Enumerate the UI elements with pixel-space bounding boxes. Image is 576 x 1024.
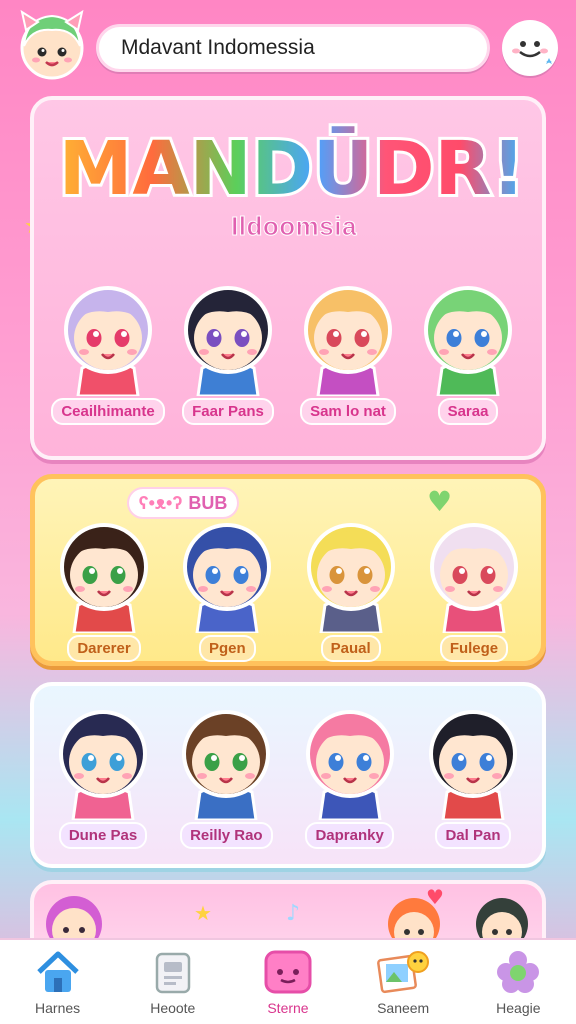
nav-item-5[interactable]: Heagie <box>461 940 576 1016</box>
nav-item-home[interactable]: Harnes <box>0 940 115 1016</box>
character-name: Paual <box>320 635 381 662</box>
chibi-portrait <box>424 286 512 396</box>
chibi-portrait <box>304 286 392 396</box>
chat-icon <box>264 950 312 994</box>
character-card[interactable]: Dune Pas <box>42 696 164 849</box>
character-name: Dal Pan <box>435 822 511 849</box>
character-name: Saraa <box>437 398 499 425</box>
chibi-portrait <box>305 710 394 820</box>
character-card[interactable]: Dapranky <box>289 696 411 849</box>
character-card[interactable]: Paual <box>290 509 412 662</box>
character-card[interactable]: Fulege <box>413 509 535 662</box>
chibi-portrait <box>182 710 271 820</box>
flower-icon <box>497 951 540 993</box>
character-card[interactable]: Reilly Rao <box>165 696 287 849</box>
nav-item-2[interactable]: Heoote <box>115 940 230 1016</box>
top-bar: Mdavant Indomessia <box>0 0 576 92</box>
home-icon <box>36 951 79 992</box>
chibi-portrait <box>184 286 272 396</box>
character-name: Fulege <box>439 635 509 662</box>
character-card[interactable]: Pgen <box>166 509 288 662</box>
character-card[interactable]: Faar Pans <box>168 272 288 425</box>
character-name: Dapranky <box>305 822 394 849</box>
svg-text:♪: ♪ <box>286 901 300 926</box>
character-card[interactable]: Dal Pan <box>412 696 534 849</box>
nav-label: Sterne <box>267 1000 309 1016</box>
smiley-button[interactable] <box>502 20 558 76</box>
character-panel-gold: ʕ•ᴥ•ʔ BUB ♥ Darerer Pgen Paual Fulege <box>30 474 546 666</box>
gallery-icon <box>377 951 430 994</box>
search-input[interactable]: Mdavant Indomessia <box>96 24 490 72</box>
blue-character-row: Dune Pas Reilly Rao Dapranky Dal Pan <box>42 696 534 849</box>
nav-label: Heagie <box>496 1000 541 1016</box>
hero-panel: MANDŪDR! Ildoomsia Ceailhimante Faar Pan… <box>30 96 546 460</box>
chibi-portrait <box>183 523 272 633</box>
nav-item-3[interactable]: Sterne <box>230 940 345 1016</box>
character-name: Pgen <box>198 635 256 662</box>
character-card[interactable]: Darerer <box>43 509 165 662</box>
nav-label: Harnes <box>35 1000 81 1016</box>
character-name: Reilly Rao <box>180 822 273 849</box>
character-name: Sam lo nat <box>300 398 396 425</box>
character-name: Faar Pans <box>182 398 274 425</box>
chibi-portrait <box>429 523 518 633</box>
hero-character-row: Ceailhimante Faar Pans Sam lo nat Saraa <box>48 272 528 425</box>
chibi-portrait <box>306 523 395 633</box>
logo-text: MANDŪDR! <box>59 125 526 212</box>
character-card[interactable]: Sam lo nat <box>288 272 408 425</box>
character-panel-blue: Dune Pas Reilly Rao Dapranky Dal Pan <box>30 682 546 868</box>
chibi-portrait <box>60 523 148 633</box>
app-logo: MANDŪDR! <box>34 114 550 215</box>
chibi-portrait <box>59 710 147 820</box>
bottom-navigation: Harnes Heoote Sterne Saneem Heagie <box>0 938 576 1024</box>
character-name: Darerer <box>67 635 141 662</box>
svg-text:♥: ♥ <box>426 885 444 909</box>
svg-text:★: ★ <box>194 901 212 925</box>
hero-subtitle: Ildoomsia <box>231 210 357 241</box>
gold-character-row: Darerer Pgen Paual Fulege <box>43 509 535 662</box>
nav-label: Saneem <box>377 1000 430 1016</box>
chibi-portrait <box>428 710 517 820</box>
chibi-portrait <box>64 286 152 396</box>
character-card[interactable]: Saraa <box>408 272 528 425</box>
nav-label: Heoote <box>150 1000 196 1016</box>
nav-item-4[interactable]: Saneem <box>346 940 461 1016</box>
character-name: Dune Pas <box>58 822 148 849</box>
character-card[interactable]: Ceailhimante <box>48 272 168 425</box>
smiley-icon <box>512 41 552 64</box>
search-text: Mdavant Indomessia <box>121 36 315 59</box>
profile-avatar[interactable] <box>14 8 90 84</box>
card-icon <box>155 952 191 994</box>
character-name: Ceailhimante <box>51 398 165 425</box>
